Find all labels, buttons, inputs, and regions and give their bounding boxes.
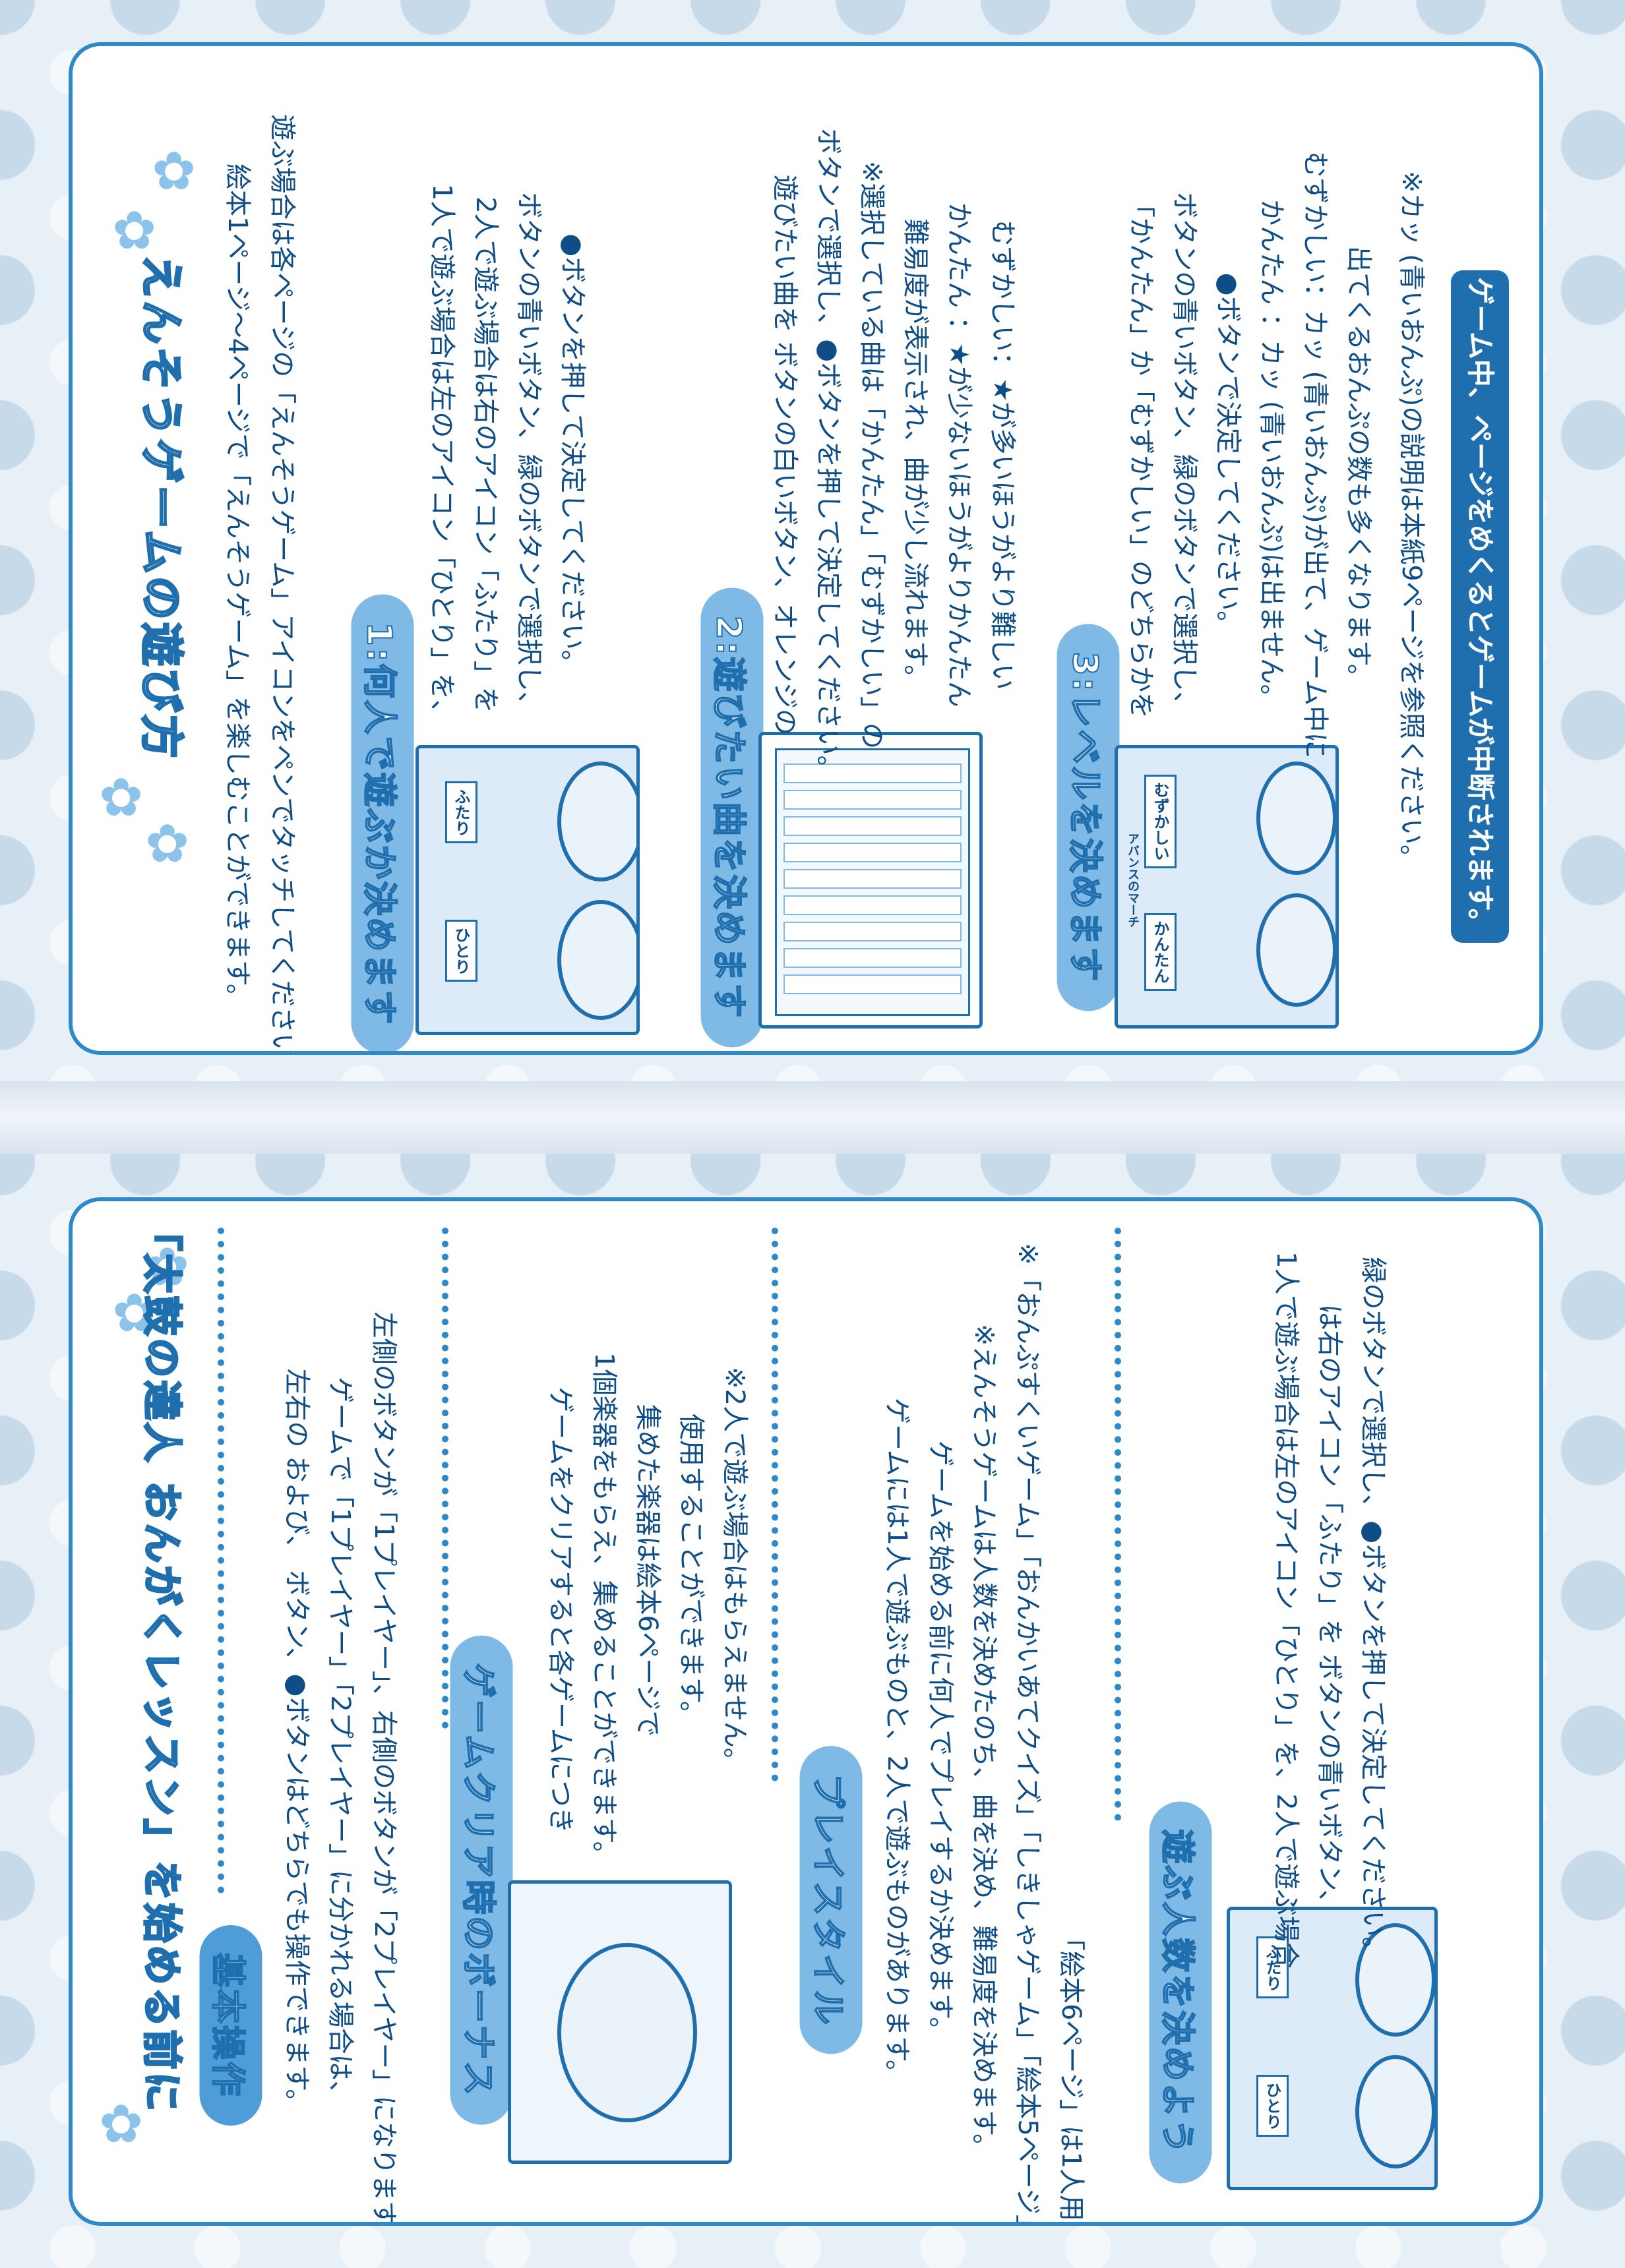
intro-line-1: 絵本1ページ〜4ページで「えんそうゲーム」を楽しむことができます。 bbox=[222, 163, 253, 1011]
step1-line-3: ボタンの青いボタン、緑のボタンで選択し、 bbox=[514, 192, 544, 718]
page-title: えんそうゲームの遊び方 bbox=[135, 253, 188, 761]
sakura-icon: ✿ bbox=[145, 813, 190, 874]
separator bbox=[772, 1228, 778, 1781]
warning-text: ゲーム中、ページをめくるとゲームが中断されます。 bbox=[1464, 277, 1496, 936]
screen-label-futari: ふたり bbox=[445, 781, 477, 843]
step3-line-4: かんたん ：カッ (青いおんぷ)は出ません。 bbox=[1256, 199, 1287, 711]
step1-screenshot: ひとり ふたり bbox=[415, 745, 640, 1035]
step2-screenshot bbox=[758, 732, 983, 1029]
page-8: 8 ✿ ✿ ✿ ✿ えんそうゲームの遊び方 絵本1ページ〜4ページで「えんそうゲ… bbox=[69, 42, 1543, 1055]
note-line: ※カッ (青いおんぷ)の説明は本紙9ページを参照ください。 bbox=[1396, 170, 1426, 872]
page-7: 7 ✿ ✿ ✿ 「太鼓の達人 おんがくレッスン」を始める前に 基本操作 左右の … bbox=[69, 1197, 1543, 2226]
players-line-1: 1人で遊ぶ場合は左のアイコン「ひとり」を、2人で遊ぶ場合 bbox=[1271, 1251, 1301, 1969]
intro-line-2: 遊ぶ場合は各ページの「えんそうゲーム」アイコンをペンでタッチしてください。 bbox=[267, 114, 297, 1055]
separator bbox=[442, 1228, 448, 1729]
bonus-line-4: 使用することができます。 bbox=[676, 1414, 706, 1727]
step3-heading: 3:レベルを決めます bbox=[1057, 624, 1120, 1011]
bonus-line-2: 1個楽器をもらえ、集めることができます。 bbox=[589, 1352, 619, 1868]
screen-label-muzukashii: むずかしい bbox=[1144, 775, 1177, 868]
basic-line-3: 左側のボタンが「1プレイヤー」、右側のボタンが「2プレイヤー」になります。 bbox=[369, 1311, 399, 2226]
bonus-line-5: ※2人で遊ぶ場合はもらえません。 bbox=[720, 1367, 750, 1774]
screen-label-hitori: ひとり bbox=[1256, 2075, 1289, 2137]
step3-line-2: ボタンの青いボタン、緑のボタンで選択し、 bbox=[1169, 192, 1200, 718]
playstyle-line-5: 「絵本6ページ」は1人用です。 bbox=[1056, 1924, 1086, 2226]
step3-line-1: 「かんたん」か「むずかしい」のどちらかを bbox=[1126, 191, 1156, 719]
step2-line-6: むずかしい：★が多いほうがより難しい bbox=[987, 220, 1018, 690]
step3-line-5: むずかしい：カッ (青いおんぷ)が出て、ゲーム中に bbox=[1300, 151, 1330, 759]
screen-song-title: アバンスのマーチ bbox=[1126, 833, 1140, 928]
sakura-icon: ✿ bbox=[112, 200, 157, 261]
bonus-screenshot bbox=[508, 1880, 732, 2164]
step1-line-4: ●ボタンを押して決定してください。 bbox=[557, 233, 588, 676]
screen-label-kantan: かんたん bbox=[1144, 913, 1177, 991]
step3-line-3: ●ボタンで決定してください。 bbox=[1213, 272, 1243, 638]
page-fold bbox=[0, 1081, 1625, 1154]
players-line-3: 緑のボタンで選択し、●ボタンを押して決定してください。 bbox=[1358, 1257, 1388, 1963]
step1-line-2: 2人で遊ぶ場合は右のアイコン「ふたり」を bbox=[470, 196, 501, 713]
playstyle-line-3: ※えんそうゲームは人数を決めたのち、曲を決め、難易度を決めます。 bbox=[969, 1323, 999, 2161]
step1-line-1: 1人で遊ぶ場合は左のアイコン「ひとり」を、 bbox=[427, 183, 457, 727]
step2-line-3: ※選択している曲は「かんたん」「むずかしい」の bbox=[857, 160, 887, 750]
playstyle-line-4: ※「おんぷすくいゲーム」「おんかいあてクイズ」「しきしゃゲーム」「絵本5ページ」 bbox=[1012, 1243, 1043, 2226]
basic-heading: 基本操作 bbox=[199, 1925, 262, 2126]
playstyle-heading: プレイスタイル bbox=[799, 1746, 863, 2054]
playstyle-line-1: ゲームには1人で遊ぶものと、2人で遊ぶものがあります。 bbox=[882, 1397, 912, 2087]
page-title: 「太鼓の達人 おんがくレッスン」を始める前に bbox=[137, 1210, 185, 2115]
playstyle-line-2: ゲームを始める前に何人でプレイするか決めます。 bbox=[925, 1440, 956, 2044]
step1-heading: 1:何人で遊ぶか決めます bbox=[351, 594, 414, 1051]
players-heading: 遊ぶ人数を決めよう bbox=[1149, 1801, 1212, 2184]
basic-line-2: ゲームで「1プレイヤー」「2プレイヤー」に分かれる場合は、 bbox=[325, 1377, 355, 2107]
bonus-line-3: 集めた楽器は絵本6ページで bbox=[632, 1404, 663, 1737]
step3-line-6: 出てくるおんぷの数も多くなります。 bbox=[1343, 246, 1374, 690]
song-list bbox=[775, 748, 970, 1016]
players-line-2: は右のアイコン「ふたり」を ボタンの青いボタン、 bbox=[1314, 1303, 1345, 1917]
separator bbox=[1115, 1228, 1121, 1821]
players-screenshot: ひとり ふたり bbox=[1227, 1907, 1438, 2190]
step3-screenshot: かんたん むずかしい アバンスのマーチ bbox=[1115, 745, 1339, 1029]
separator bbox=[218, 1228, 224, 1894]
step2-line-1: 遊びたい曲を ボタンの白いボタン、オレンジの bbox=[770, 174, 800, 736]
step2-line-4: 難易度が表示され、曲が少し流れます。 bbox=[900, 218, 931, 692]
step2-line-2: ボタンで選択し、●ボタンを押して決定してください。 bbox=[813, 128, 843, 782]
step2-line-5: かんたん ：★が少ないほうがよりかんたん bbox=[944, 202, 974, 707]
step2-heading: 2:遊びたい曲を決めます bbox=[700, 587, 764, 1048]
bonus-line-1: ゲームをクリアすると各ゲームにつき bbox=[545, 1387, 576, 1834]
basic-line-1: 左右の および、 ボタン、●ボタンはどちらでも操作できます。 bbox=[282, 1368, 312, 2116]
bonus-heading: ゲームクリア時のボーナス bbox=[450, 1635, 513, 2126]
screen-label-hitori: ひとり bbox=[445, 920, 477, 982]
sakura-icon: ✿ bbox=[152, 140, 197, 202]
sakura-icon: ✿ bbox=[99, 767, 144, 828]
